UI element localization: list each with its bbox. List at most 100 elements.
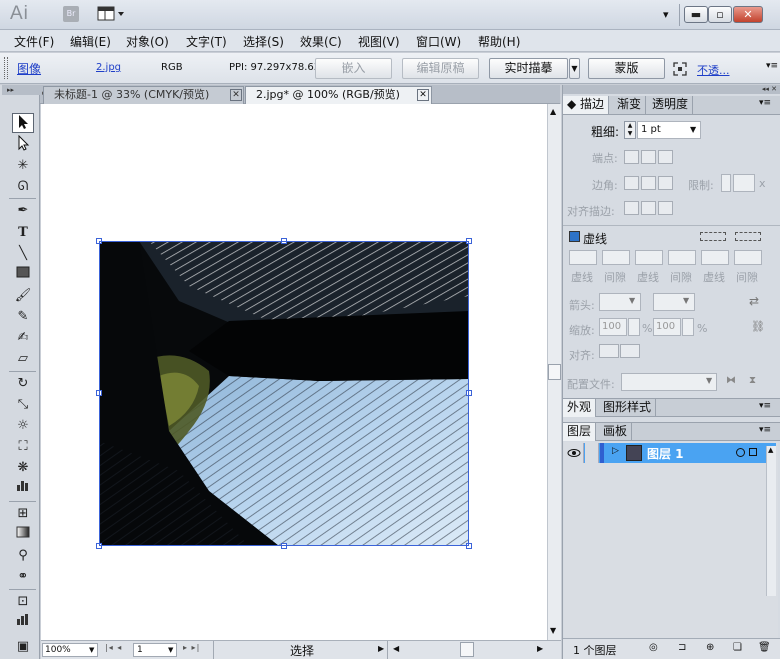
panel-collapse-icon[interactable]: ◂◂ ✕: [563, 85, 780, 94]
make-clipping-mask-icon[interactable]: ⊐: [678, 642, 686, 653]
dash-align-icon[interactable]: [735, 232, 761, 241]
tab-graphic-styles[interactable]: 图形样式: [599, 399, 657, 417]
bridge-button[interactable]: Br: [63, 6, 79, 22]
flip-vertical-icon[interactable]: ⧗: [749, 375, 756, 386]
dash-input-3[interactable]: [701, 250, 729, 265]
flip-horizontal-icon[interactable]: ⧓: [726, 375, 736, 386]
selection-icon[interactable]: [12, 113, 34, 133]
object-type-link[interactable]: 图像: [17, 60, 41, 77]
resize-handle[interactable]: [96, 390, 102, 396]
layer-row[interactable]: ▷ 图层 1: [564, 443, 776, 463]
edit-original-button[interactable]: 编辑原稿: [402, 58, 479, 79]
eraser-icon[interactable]: ▱: [12, 349, 34, 369]
scale-start-input[interactable]: 100: [599, 318, 627, 336]
gap-input-1[interactable]: [602, 250, 630, 265]
layer-visibility[interactable]: [564, 443, 584, 463]
miter-join-button[interactable]: [624, 176, 639, 190]
menu-object[interactable]: 对象(O): [126, 33, 169, 50]
zoom-icon[interactable]: [12, 613, 34, 633]
scale-start-dropdown[interactable]: [628, 318, 640, 336]
control-bar-grip[interactable]: [4, 57, 8, 79]
pencil-icon[interactable]: ✎: [12, 307, 34, 327]
tab-close-icon[interactable]: ✕: [230, 89, 242, 101]
gap-input-2[interactable]: [668, 250, 696, 265]
link-scale-icon[interactable]: ⛓: [751, 320, 765, 333]
tab-stroke[interactable]: ◆ 描边: [563, 96, 610, 114]
vertical-scroll-thumb[interactable]: [548, 364, 561, 380]
scroll-right-icon[interactable]: ▶: [537, 644, 543, 653]
scale-icon[interactable]: ⤡: [12, 395, 34, 415]
tab-gradient[interactable]: 渐变: [613, 96, 647, 114]
dash-input-2[interactable]: [635, 250, 663, 265]
new-layer-icon[interactable]: ❏: [733, 642, 742, 653]
tab-2-jpg[interactable]: 2.jpg* @ 100% (RGB/预览) ✕: [245, 86, 432, 104]
align-center-button[interactable]: [624, 201, 639, 215]
magic-wand-icon[interactable]: ✳: [12, 156, 34, 176]
status-mode[interactable]: 选择 ▶: [213, 641, 388, 659]
layers-scrollbar[interactable]: ▲: [766, 446, 776, 596]
resize-handle[interactable]: [466, 238, 472, 244]
minimize-button[interactable]: ▬: [684, 6, 708, 23]
lasso-icon[interactable]: ᘏ: [12, 177, 34, 197]
mask-button[interactable]: 蒙版: [588, 58, 665, 79]
selection-indicator[interactable]: [749, 448, 757, 456]
limit-input[interactable]: [733, 174, 755, 192]
scale-end-dropdown[interactable]: [682, 318, 694, 336]
pen-icon[interactable]: ✒: [12, 201, 34, 221]
arrange-documents-button[interactable]: [97, 5, 127, 23]
mesh-icon[interactable]: ⊞: [12, 504, 34, 524]
toolbox-collapse-icon[interactable]: ▸▸: [2, 85, 40, 95]
panel-menu-icon[interactable]: ▾≡: [759, 401, 771, 411]
target-icon[interactable]: [736, 448, 745, 457]
weight-stepper[interactable]: ▲ ▼: [624, 121, 636, 139]
artboard-next-icon[interactable]: ▸ ▸|: [183, 643, 200, 652]
align-inside-button[interactable]: [641, 201, 656, 215]
layer-expand-icon[interactable]: ▷: [612, 446, 619, 456]
menu-effect[interactable]: 效果(C): [300, 33, 342, 50]
restore-button[interactable]: ▫: [708, 6, 732, 23]
vertical-scrollbar[interactable]: ▲ ▼: [547, 104, 561, 640]
symbol-sprayer-icon[interactable]: ❋: [12, 458, 34, 478]
dash-preserve-icon[interactable]: [700, 232, 726, 241]
new-sublayer-icon[interactable]: ⊕: [706, 642, 714, 653]
tab-untitled-1[interactable]: 未标题-1 @ 33% (CMYK/预览) ✕: [43, 86, 244, 104]
zoom-select[interactable]: 100% ▼: [42, 643, 98, 657]
warp-icon[interactable]: ☼: [12, 416, 34, 436]
artboard-select[interactable]: 1 ▼: [133, 643, 177, 657]
layer-name[interactable]: 图层 1: [647, 445, 684, 462]
rotate-icon[interactable]: ↻: [12, 374, 34, 394]
tab-transparency[interactable]: 透明度: [648, 96, 694, 114]
tab-layers[interactable]: 图层: [563, 423, 597, 441]
layer-lock-toggle[interactable]: [585, 443, 599, 463]
limit-stepper[interactable]: [721, 174, 731, 192]
screen-mode-icon[interactable]: ▣: [12, 637, 34, 657]
panel-menu-icon[interactable]: ▾≡: [759, 98, 771, 108]
delete-layer-icon[interactable]: 🗑: [758, 642, 771, 653]
resize-handle[interactable]: [281, 543, 287, 549]
scroll-left-icon[interactable]: ◀: [393, 644, 399, 653]
resize-handle[interactable]: [281, 238, 287, 244]
arrow-tip-at-end-button[interactable]: [620, 344, 640, 358]
control-bar-menu-icon[interactable]: ▾≡: [766, 61, 778, 71]
trace-options-dropdown[interactable]: ▼: [569, 58, 580, 79]
locate-object-icon[interactable]: ◎: [649, 642, 658, 653]
profile-select[interactable]: ▼: [621, 373, 717, 391]
placed-image[interactable]: [99, 241, 469, 546]
arrow-start-select[interactable]: ▼: [599, 293, 641, 311]
square-cap-button[interactable]: [658, 150, 673, 164]
scroll-up-icon[interactable]: ▲: [768, 446, 773, 454]
menu-file[interactable]: 文件(F): [14, 33, 54, 50]
resize-handle[interactable]: [466, 390, 472, 396]
menu-type[interactable]: 文字(T): [186, 33, 227, 50]
bevel-join-button[interactable]: [658, 176, 673, 190]
file-name-link[interactable]: 2.jpg: [96, 62, 121, 73]
direct-selection-icon[interactable]: [12, 134, 34, 155]
status-menu-icon[interactable]: ▶: [378, 644, 384, 653]
dashed-checkbox[interactable]: [569, 231, 580, 242]
menu-window[interactable]: 窗口(W): [416, 33, 461, 50]
paintbrush-icon[interactable]: 🖌: [12, 286, 34, 306]
close-button[interactable]: ✕: [733, 6, 763, 23]
gap-input-3[interactable]: [734, 250, 762, 265]
menu-select[interactable]: 选择(S): [243, 33, 284, 50]
scroll-up-icon[interactable]: ▲: [550, 107, 556, 116]
